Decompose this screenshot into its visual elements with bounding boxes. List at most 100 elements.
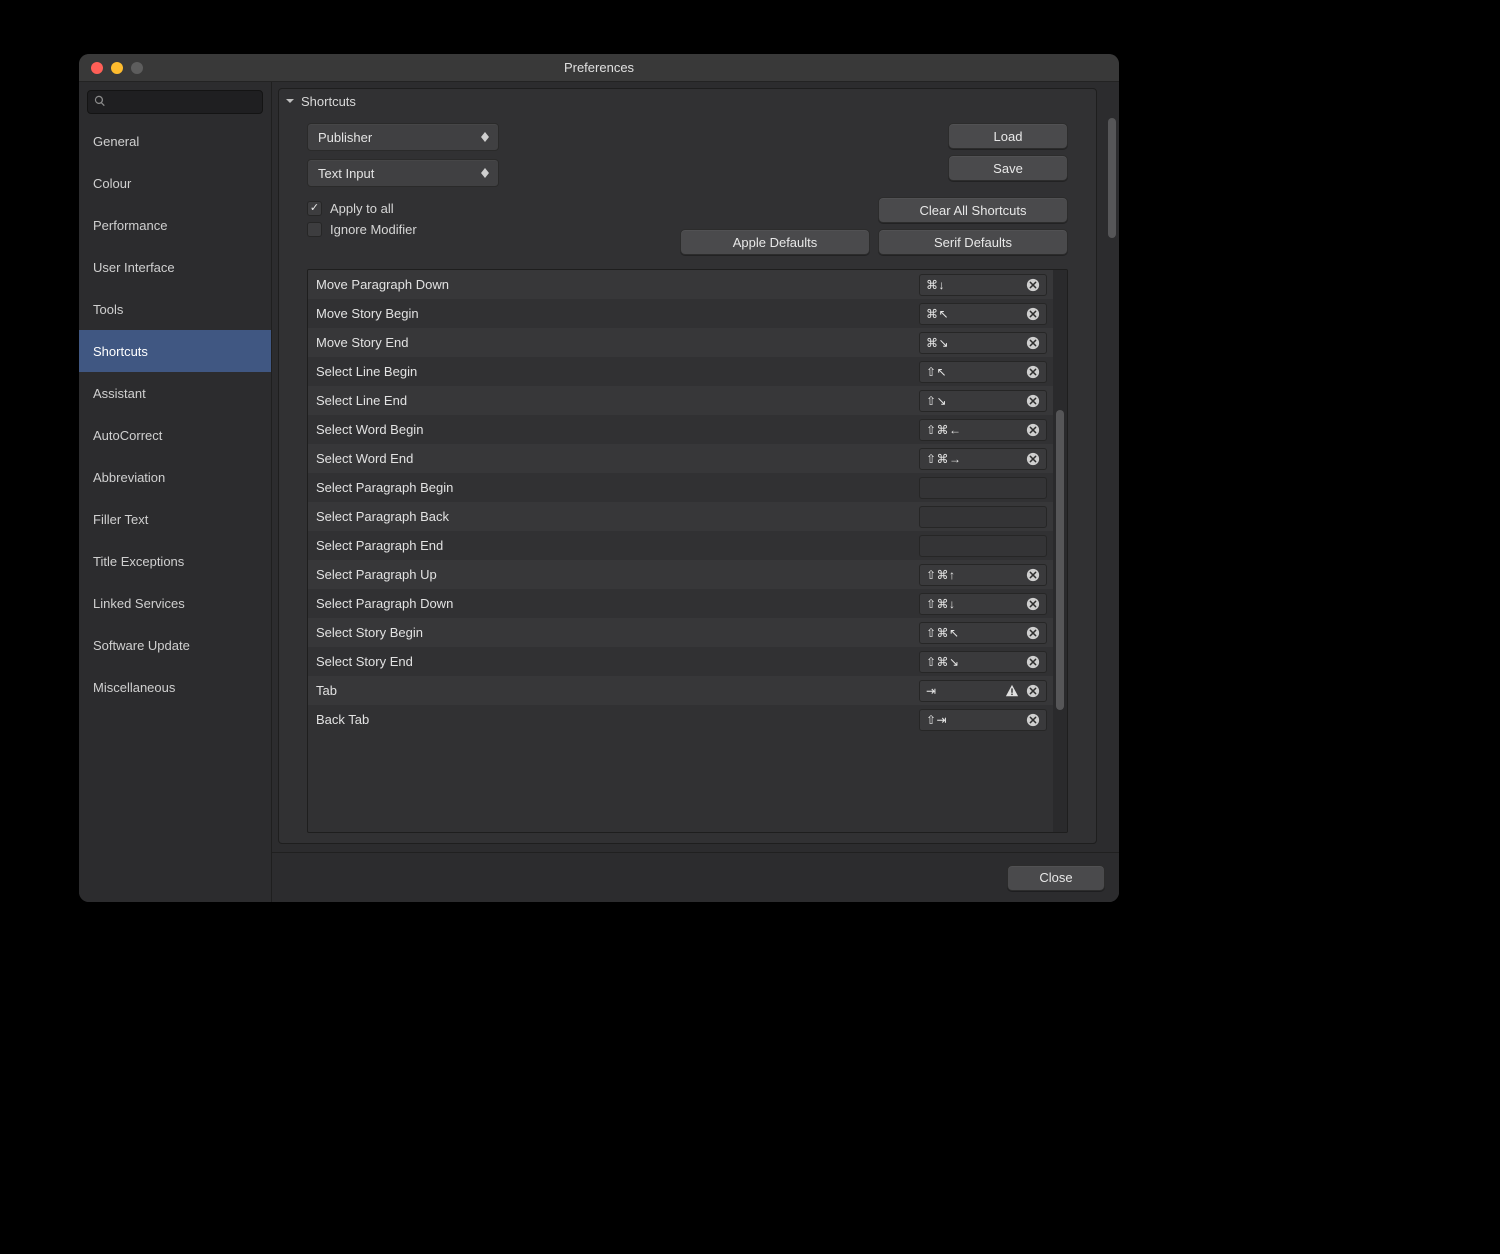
sidebar-item-label: Software Update: [93, 638, 190, 653]
shortcut-row[interactable]: Move Story Begin⌘↖: [308, 299, 1053, 328]
shortcut-row[interactable]: Select Line End ⇧↘: [308, 386, 1053, 415]
shortcut-input[interactable]: ⇧⇥: [919, 709, 1047, 731]
sidebar-item-assistant[interactable]: Assistant: [79, 372, 271, 414]
clear-shortcut-icon[interactable]: [1025, 451, 1040, 466]
context-select[interactable]: Text Input: [307, 159, 499, 187]
shortcut-keys: ⇧⌘↘: [926, 655, 1019, 669]
search-input[interactable]: [110, 94, 269, 110]
sidebar-item-user-interface[interactable]: User Interface: [79, 246, 271, 288]
sidebar-item-label: AutoCorrect: [93, 428, 162, 443]
clear-shortcut-icon[interactable]: [1025, 712, 1040, 727]
shortcut-input[interactable]: ⇧↖: [919, 361, 1047, 383]
shortcut-input[interactable]: [919, 506, 1047, 528]
shortcut-row[interactable]: Select Word Begin ⇧⌘←: [308, 415, 1053, 444]
list-scrollbar[interactable]: [1053, 270, 1067, 832]
sidebar-item-colour[interactable]: Colour: [79, 162, 271, 204]
minimize-window-button[interactable]: [111, 62, 123, 74]
scrollbar-thumb[interactable]: [1108, 118, 1116, 238]
sidebar-item-autocorrect[interactable]: AutoCorrect: [79, 414, 271, 456]
shortcut-keys: ⇧⌘↖: [926, 626, 1019, 640]
shortcut-label: Select Paragraph Down: [316, 596, 911, 611]
zoom-window-button[interactable]: [131, 62, 143, 74]
clear-shortcut-icon[interactable]: [1025, 567, 1040, 582]
scrollbar-thumb[interactable]: [1056, 410, 1064, 710]
sidebar-item-software-update[interactable]: Software Update: [79, 624, 271, 666]
clear-shortcut-icon[interactable]: [1025, 306, 1040, 321]
panel-disclosure[interactable]: Shortcuts: [279, 89, 1096, 113]
shortcut-row[interactable]: Select Paragraph End: [308, 531, 1053, 560]
content: Shortcuts Publisher: [272, 82, 1119, 902]
shortcut-row[interactable]: Select Paragraph Begin: [308, 473, 1053, 502]
sidebar-item-label: Colour: [93, 176, 131, 191]
shortcut-input[interactable]: ⇥: [919, 680, 1047, 702]
shortcut-input[interactable]: ⇧⌘↓: [919, 593, 1047, 615]
clear-shortcut-icon[interactable]: [1025, 654, 1040, 669]
shortcut-keys: ⇧⌘→: [926, 452, 1019, 466]
shortcut-row[interactable]: Select Story Begin⇧⌘↖: [308, 618, 1053, 647]
shortcut-label: Select Paragraph Begin: [316, 480, 911, 495]
shortcut-input[interactable]: ⇧⌘↖: [919, 622, 1047, 644]
sidebar-item-label: General: [93, 134, 139, 149]
shortcut-input[interactable]: ⌘↖: [919, 303, 1047, 325]
footer: Close: [272, 852, 1119, 902]
shortcut-row[interactable]: Tab⇥: [308, 676, 1053, 705]
sidebar-item-abbreviation[interactable]: Abbreviation: [79, 456, 271, 498]
shortcut-row[interactable]: Move Paragraph Down ⌘↓: [308, 270, 1053, 299]
search-icon: [94, 95, 106, 110]
clear-shortcut-icon[interactable]: [1025, 422, 1040, 437]
shortcut-input[interactable]: ⌘↘: [919, 332, 1047, 354]
shortcut-row[interactable]: Select Paragraph Down ⇧⌘↓: [308, 589, 1053, 618]
shortcut-input[interactable]: [919, 535, 1047, 557]
clear-shortcut-icon[interactable]: [1025, 364, 1040, 379]
shortcut-input[interactable]: ⇧⌘→: [919, 448, 1047, 470]
clear-shortcut-icon[interactable]: [1025, 625, 1040, 640]
shortcut-keys: ⇧⌘↑: [926, 568, 1019, 582]
clear-all-shortcuts-button[interactable]: Clear All Shortcuts: [878, 197, 1068, 223]
shortcut-input[interactable]: ⇧⌘↘: [919, 651, 1047, 673]
shortcut-keys: ⌘↖: [926, 307, 1019, 321]
sidebar-item-linked-services[interactable]: Linked Services: [79, 582, 271, 624]
close-window-button[interactable]: [91, 62, 103, 74]
application-select[interactable]: Publisher: [307, 123, 499, 151]
sidebar-search[interactable]: [87, 90, 263, 114]
shortcut-input[interactable]: ⌘↓: [919, 274, 1047, 296]
application-select-value: Publisher: [318, 130, 372, 145]
clear-shortcut-icon[interactable]: [1025, 277, 1040, 292]
sidebar-item-shortcuts[interactable]: Shortcuts: [79, 330, 271, 372]
sidebar-item-performance[interactable]: Performance: [79, 204, 271, 246]
shortcut-input[interactable]: ⇧⌘←: [919, 419, 1047, 441]
shortcut-row[interactable]: Move Story End⌘↘: [308, 328, 1053, 357]
shortcut-row[interactable]: Back Tab⇧⇥: [308, 705, 1053, 734]
clear-shortcut-icon[interactable]: [1025, 335, 1040, 350]
apple-defaults-button[interactable]: Apple Defaults: [680, 229, 870, 255]
shortcut-keys: ⇧⌘←: [926, 423, 1019, 437]
load-button[interactable]: Load: [948, 123, 1068, 149]
shortcut-row[interactable]: Select Line Begin⇧↖: [308, 357, 1053, 386]
sidebar-item-filler-text[interactable]: Filler Text: [79, 498, 271, 540]
shortcut-label: Select Word Begin: [316, 422, 911, 437]
sidebar-item-miscellaneous[interactable]: Miscellaneous: [79, 666, 271, 708]
shortcut-input[interactable]: [919, 477, 1047, 499]
window-body: General Colour PerformanceUser InterfaceTo…: [79, 82, 1119, 902]
chevron-down-icon: [285, 94, 295, 109]
shortcut-input[interactable]: ⇧↘: [919, 390, 1047, 412]
clear-shortcut-icon[interactable]: [1025, 393, 1040, 408]
shortcut-label: Move Paragraph Down: [316, 277, 911, 292]
serif-defaults-button[interactable]: Serif Defaults: [878, 229, 1068, 255]
shortcut-row[interactable]: Select Word End⇧⌘→: [308, 444, 1053, 473]
save-button[interactable]: Save: [948, 155, 1068, 181]
sidebar-item-label: Linked Services: [93, 596, 185, 611]
clear-shortcut-icon[interactable]: [1025, 596, 1040, 611]
shortcut-row[interactable]: Select Story End⇧⌘↘: [308, 647, 1053, 676]
sidebar-item-general[interactable]: General: [79, 120, 271, 162]
panel-scrollbar[interactable]: [1105, 82, 1119, 852]
shortcut-label: Select Line End: [316, 393, 911, 408]
close-button[interactable]: Close: [1007, 865, 1105, 891]
clear-shortcut-icon[interactable]: [1025, 683, 1040, 698]
sidebar-item-tools[interactable]: Tools: [79, 288, 271, 330]
sidebar-nav: General Colour PerformanceUser InterfaceTo…: [79, 120, 271, 708]
shortcut-input[interactable]: ⇧⌘↑: [919, 564, 1047, 586]
sidebar-item-title-exceptions[interactable]: Title Exceptions: [79, 540, 271, 582]
shortcut-row[interactable]: Select Paragraph Up⇧⌘↑: [308, 560, 1053, 589]
shortcut-row[interactable]: Select Paragraph Back: [308, 502, 1053, 531]
